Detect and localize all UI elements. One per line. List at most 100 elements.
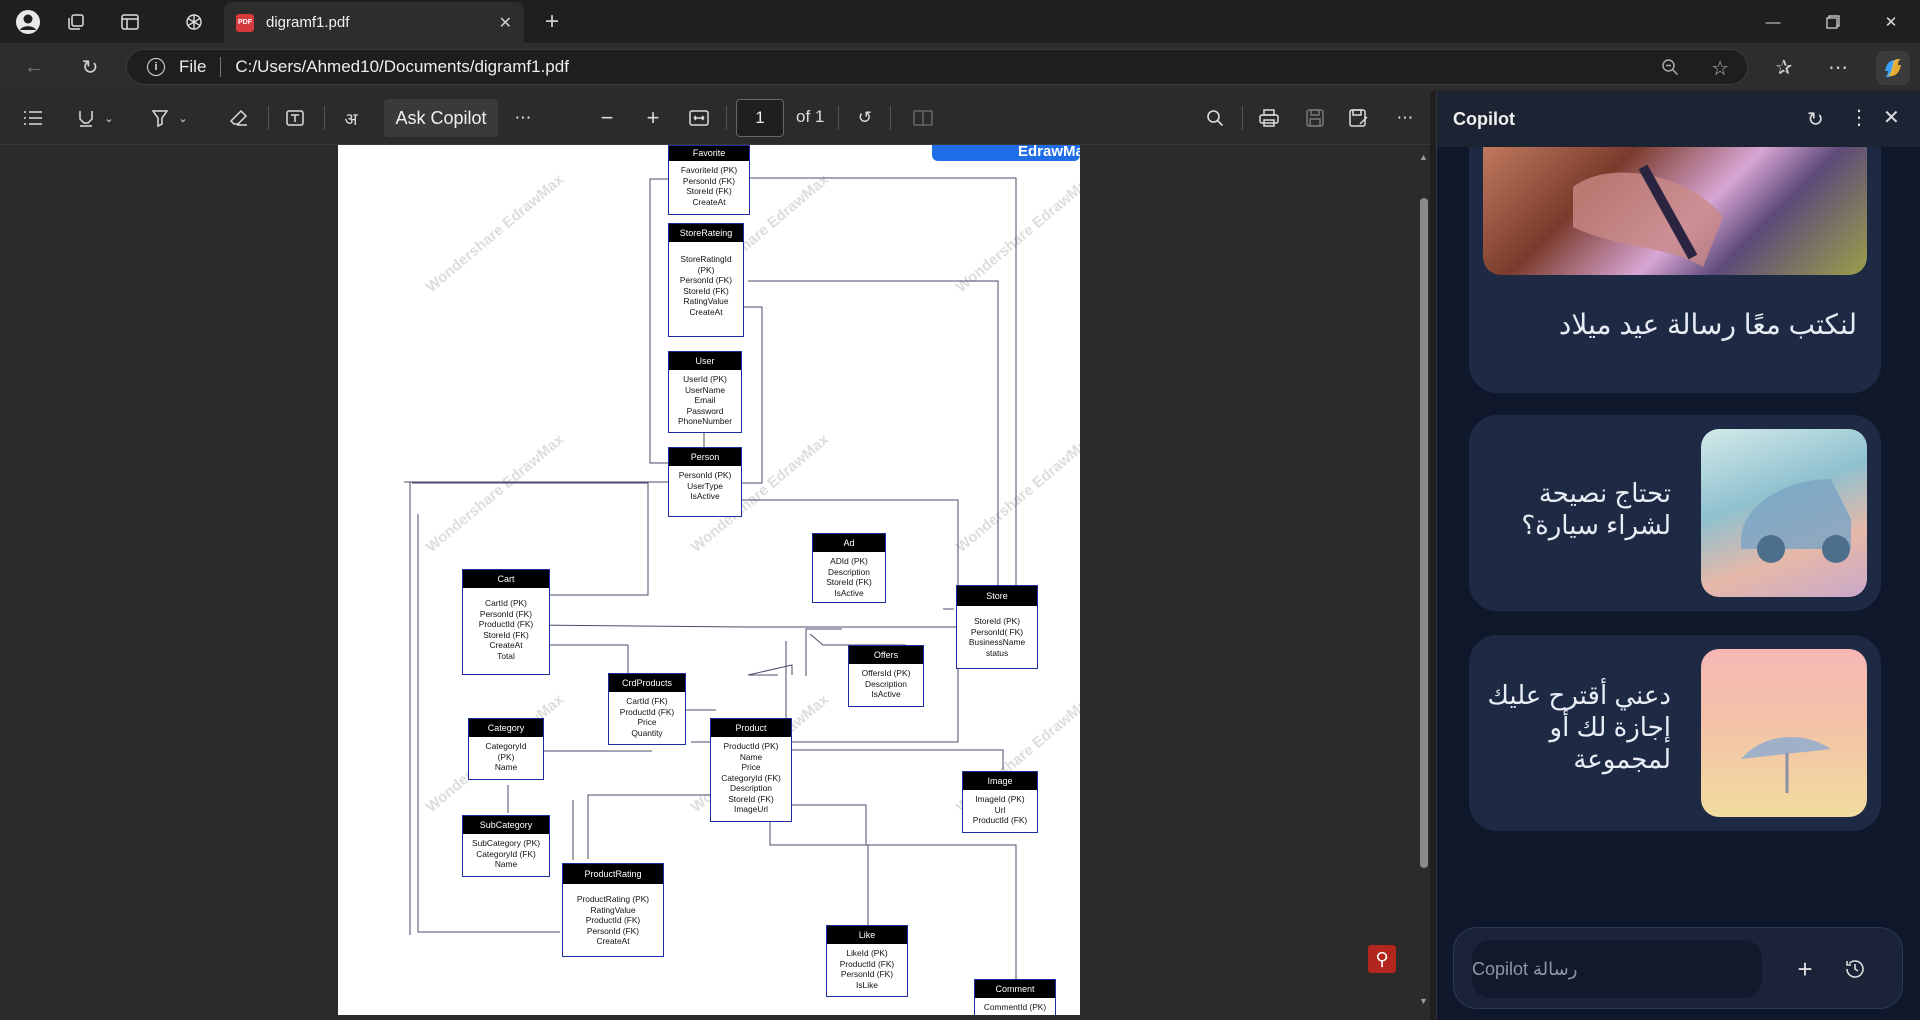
card-text: لنكتب معًا رسالة عيد ميلاد <box>1558 309 1857 340</box>
entity-store[interactable]: Store StoreId (PK) PersonId( FK) Busines… <box>956 585 1038 669</box>
refresh-copilot-icon[interactable]: ↻ <box>1807 107 1824 132</box>
entity-field: StoreId (FK) <box>728 793 774 804</box>
favorite-star-icon[interactable]: ☆ <box>1711 56 1729 81</box>
pdf-viewer: EdrawMax Wondershare EdrawMax Wondershar… <box>0 145 1430 1020</box>
copilot-title: Copilot <box>1453 108 1515 129</box>
entity-favorite[interactable]: Favorite FavoriteId (PK) PersonId (FK) S… <box>668 145 750 215</box>
entity-fields: CartId (PK) PersonId (FK) ProductId (FK)… <box>463 588 549 661</box>
entity-product[interactable]: Product ProductId (PK) Name Price Catego… <box>710 718 792 822</box>
entity-fields: CommentId (PK) <box>975 998 1055 1013</box>
text-box-icon[interactable] <box>282 103 308 133</box>
entity-product-rating[interactable]: ProductRating ProductRating (PK) RatingV… <box>562 863 664 957</box>
ask-copilot-button[interactable]: Ask Copilot <box>384 99 498 137</box>
read-aloud-icon[interactable]: अ <box>336 103 366 133</box>
url-box[interactable]: i File C:/Users/Ahmed10/Documents/digram… <box>126 49 1748 85</box>
vertical-scrollbar[interactable]: ▲ ▼ <box>1418 150 1430 1020</box>
eraser-icon[interactable] <box>226 103 252 133</box>
entity-ad[interactable]: Ad ADId (PK) Description StoreId (FK) Is… <box>812 533 886 603</box>
entity-cart[interactable]: Cart CartId (PK) PersonId (FK) ProductId… <box>462 569 550 675</box>
entity-person[interactable]: Person PersonId (PK) UserType IsActive <box>668 447 742 517</box>
draw-icon[interactable]: ⌄ <box>146 103 192 133</box>
close-copilot-icon[interactable]: ✕ <box>1883 105 1900 130</box>
chatgpt-icon[interactable] <box>180 8 208 36</box>
tab-title: digramf1.pdf <box>266 14 350 31</box>
highlight-icon[interactable]: ⌄ <box>72 103 118 133</box>
entity-field: UserName <box>684 384 726 395</box>
copilot-icon[interactable] <box>1876 51 1910 85</box>
entity-crd-products[interactable]: CrdProducts CartId (FK) ProductId (FK) P… <box>608 673 686 745</box>
entity-field: Price <box>637 717 657 727</box>
back-icon[interactable]: ← <box>20 53 48 81</box>
vertical-tabs-icon[interactable] <box>116 8 144 36</box>
entity-title: Ad <box>813 534 885 552</box>
refresh-icon[interactable]: ↻ <box>76 53 104 81</box>
entity-field: CreateAt <box>689 306 723 317</box>
page-number-input[interactable]: 1 <box>736 99 784 137</box>
pdf-file-icon: PDF <box>236 13 254 32</box>
fit-page-icon[interactable] <box>686 103 712 133</box>
favorites-icon[interactable]: ✰ <box>1770 53 1798 81</box>
prompt-card[interactable]: دعني أقترح عليك إجازة لك أو لمجموعة <box>1469 635 1881 831</box>
workspaces-icon[interactable] <box>62 8 90 36</box>
entity-sub-category[interactable]: SubCategory SubCategory (PK) CategoryId … <box>462 815 550 877</box>
prompt-card[interactable]: تحتاج نصيحة لشراء سيارة؟ <box>1469 415 1881 611</box>
entity-store-rating[interactable]: StoreRateing StoreRatingId (PK) PersonId… <box>668 223 744 337</box>
zoom-out-icon[interactable] <box>1661 58 1679 81</box>
entity-field: ProductRating (PK) <box>576 894 650 904</box>
add-attachment-icon[interactable]: + <box>1788 952 1822 986</box>
acrobat-icon[interactable]: ⚲ <box>1368 945 1396 973</box>
history-icon[interactable] <box>1838 952 1872 986</box>
entity-fields: ProductId (PK) Name Price CategoryId (FK… <box>711 737 791 815</box>
contents-icon[interactable] <box>20 103 46 133</box>
entity-offers[interactable]: Offers OffersId (PK) Description IsActiv… <box>848 645 924 707</box>
rotate-icon[interactable]: ↺ <box>852 103 878 133</box>
entity-fields: OffersId (PK) Description IsActive <box>849 664 923 700</box>
close-window-icon[interactable]: ✕ <box>1868 8 1914 36</box>
entity-category[interactable]: Category CategoryId (PK) Name <box>468 718 544 780</box>
entity-like[interactable]: Like LikeId (PK) ProductId (FK) PersonId… <box>826 925 908 997</box>
close-tab-icon[interactable]: ✕ <box>499 13 512 33</box>
new-tab-icon[interactable]: + <box>538 8 566 36</box>
zoom-out-button[interactable]: − <box>594 103 620 133</box>
entity-title: StoreRateing <box>669 224 743 242</box>
prompt-card[interactable]: لنكتب معًا رسالة عيد ميلاد <box>1469 147 1881 393</box>
painting-hand-icon <box>1573 164 1723 267</box>
entity-title: User <box>669 352 741 370</box>
entity-user[interactable]: User UserId (PK) UserName Email Password… <box>668 351 742 433</box>
info-icon[interactable]: i <box>147 58 165 76</box>
entity-field: CategoryId (FK) <box>721 772 781 783</box>
save-as-icon[interactable] <box>1346 103 1372 133</box>
scroll-down-icon[interactable]: ▼ <box>1419 996 1428 1006</box>
copilot-message-input[interactable]: رسالة Copilot <box>1472 940 1762 998</box>
copilot-more-icon[interactable]: ⋮ <box>1849 105 1869 130</box>
entity-fields: ADId (PK) Description StoreId (FK) IsAct… <box>813 552 885 598</box>
beach-umbrella-icon <box>1741 736 1831 793</box>
url-text[interactable]: C:/Users/Ahmed10/Documents/digramf1.pdf <box>235 57 569 77</box>
browser-tab[interactable]: PDF digramf1.pdf ✕ <box>224 2 524 43</box>
save-icon[interactable] <box>1302 103 1328 133</box>
search-icon[interactable] <box>1202 103 1228 133</box>
more-tools-icon[interactable]: ⋯ <box>510 103 536 133</box>
scroll-thumb[interactable] <box>1420 198 1428 868</box>
restore-icon[interactable] <box>1810 8 1856 36</box>
entity-field: Url <box>994 804 1006 815</box>
entity-comment[interactable]: Comment CommentId (PK) <box>974 979 1056 1015</box>
entity-field: CreateAt <box>596 936 630 946</box>
page-view-icon[interactable] <box>910 103 936 133</box>
entity-field: PhoneNumber <box>677 416 732 426</box>
entity-field: ProductId (FK) <box>585 915 641 925</box>
copilot-pane: Copilot ↻ ⋮ ✕ لنكتب معًا رسالة عيد ميلاد… <box>1436 91 1920 1020</box>
entity-fields: PersonId (PK) UserType IsActive <box>669 466 741 502</box>
entity-field: StoreRatingId <box>680 254 732 264</box>
profile-icon[interactable] <box>14 8 42 36</box>
entity-field: ImageId (PK) <box>975 794 1025 804</box>
entity-field: SubCategory (PK) <box>472 838 540 848</box>
scroll-up-icon[interactable]: ▲ <box>1419 152 1428 162</box>
print-icon[interactable] <box>1256 103 1282 133</box>
minimize-icon[interactable]: — <box>1750 8 1796 36</box>
zoom-in-button[interactable]: + <box>640 103 666 133</box>
pdf-more-icon[interactable]: ⋯ <box>1392 103 1418 133</box>
entity-image[interactable]: Image ImageId (PK) Url ProductId (FK) <box>962 771 1038 833</box>
address-bar: ← ↻ i File C:/Users/Ahmed10/Documents/di… <box>0 43 1920 91</box>
more-menu-icon[interactable]: ⋯ <box>1824 53 1852 81</box>
